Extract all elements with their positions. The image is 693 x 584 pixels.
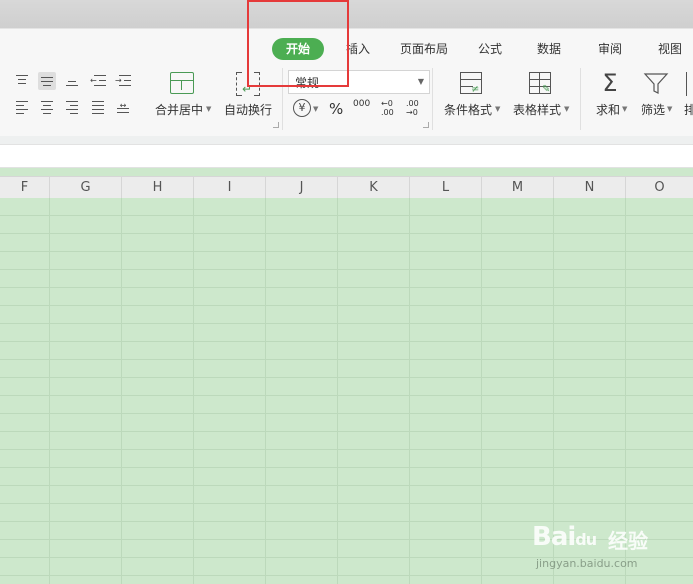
column-header[interactable]: F: [0, 177, 50, 198]
table-style-dropdown-icon[interactable]: ▼: [564, 105, 569, 113]
ribbon-gap: [0, 136, 693, 144]
align-bottom-icon[interactable]: [63, 72, 81, 90]
sum-button[interactable]: 求和: [596, 101, 620, 118]
watermark: Baidu 经验 jingyan.baidu.com: [532, 522, 692, 572]
percent-icon[interactable]: %: [329, 100, 343, 118]
separator: [432, 68, 433, 130]
watermark-service: 经验: [608, 529, 648, 553]
tab-data[interactable]: 数据: [531, 38, 567, 60]
formula-bar[interactable]: [0, 144, 693, 168]
column-header-row: F G H I J K L M N O: [0, 176, 693, 199]
column-header[interactable]: K: [338, 177, 410, 198]
align-middle-icon[interactable]: [38, 72, 56, 90]
decrease-indent-icon[interactable]: ←: [90, 72, 109, 90]
sort-icon[interactable]: [686, 72, 693, 96]
justify-icon[interactable]: [89, 98, 107, 116]
conditional-format-dropdown-icon[interactable]: ▼: [495, 105, 500, 113]
increase-indent-icon[interactable]: →: [115, 72, 134, 90]
align-center-icon[interactable]: [38, 98, 56, 116]
column-header[interactable]: N: [554, 177, 626, 198]
column-header[interactable]: L: [410, 177, 482, 198]
thousands-separator-icon[interactable]: 000: [353, 99, 370, 109]
conditional-format-button[interactable]: 条件格式: [444, 101, 492, 118]
merge-center-icon[interactable]: [170, 72, 194, 94]
watermark-logo: Baidu: [532, 522, 597, 552]
separator: [580, 68, 581, 130]
column-header[interactable]: I: [194, 177, 266, 198]
table-style-icon[interactable]: ✎: [529, 72, 551, 95]
align-right-icon[interactable]: [63, 98, 81, 116]
align-top-icon[interactable]: [13, 72, 31, 90]
column-header[interactable]: O: [626, 177, 693, 198]
table-style-button[interactable]: 表格样式: [513, 101, 561, 118]
sort-button[interactable]: 排: [684, 101, 693, 118]
filter-button[interactable]: 筛选: [641, 101, 665, 118]
column-header[interactable]: M: [482, 177, 554, 198]
decrease-decimal-icon[interactable]: .00 →0: [406, 99, 424, 117]
number-format-dialog-launcher[interactable]: [423, 122, 429, 128]
currency-icon[interactable]: ¥: [293, 99, 311, 117]
distributed-align-icon[interactable]: ↔: [114, 98, 132, 116]
highlight-box: [247, 0, 349, 87]
chevron-down-icon: ▼: [417, 77, 424, 86]
column-header[interactable]: J: [266, 177, 338, 198]
conditional-format-icon[interactable]: ≠: [460, 72, 482, 95]
tab-formulas[interactable]: 公式: [472, 38, 508, 60]
increase-decimal-icon[interactable]: ←0 .00: [381, 99, 399, 117]
tab-review[interactable]: 审阅: [592, 38, 628, 60]
tab-page-layout[interactable]: 页面布局: [396, 38, 452, 60]
watermark-url: jingyan.baidu.com: [536, 557, 638, 570]
sum-icon[interactable]: Σ: [598, 70, 622, 96]
column-header[interactable]: G: [50, 177, 122, 198]
merge-center-dropdown-icon[interactable]: ▼: [206, 105, 211, 113]
currency-dropdown-icon[interactable]: ▼: [313, 105, 318, 113]
wrap-text-button[interactable]: 自动换行: [224, 101, 272, 118]
sum-dropdown-icon[interactable]: ▼: [622, 105, 627, 113]
column-header[interactable]: H: [122, 177, 194, 198]
tab-view[interactable]: 视图: [652, 38, 688, 60]
filter-icon[interactable]: [643, 72, 669, 96]
merge-center-button[interactable]: 合并居中: [155, 101, 203, 118]
filter-dropdown-icon[interactable]: ▼: [667, 105, 672, 113]
alignment-dialog-launcher[interactable]: [273, 122, 279, 128]
align-left-icon[interactable]: [13, 98, 31, 116]
